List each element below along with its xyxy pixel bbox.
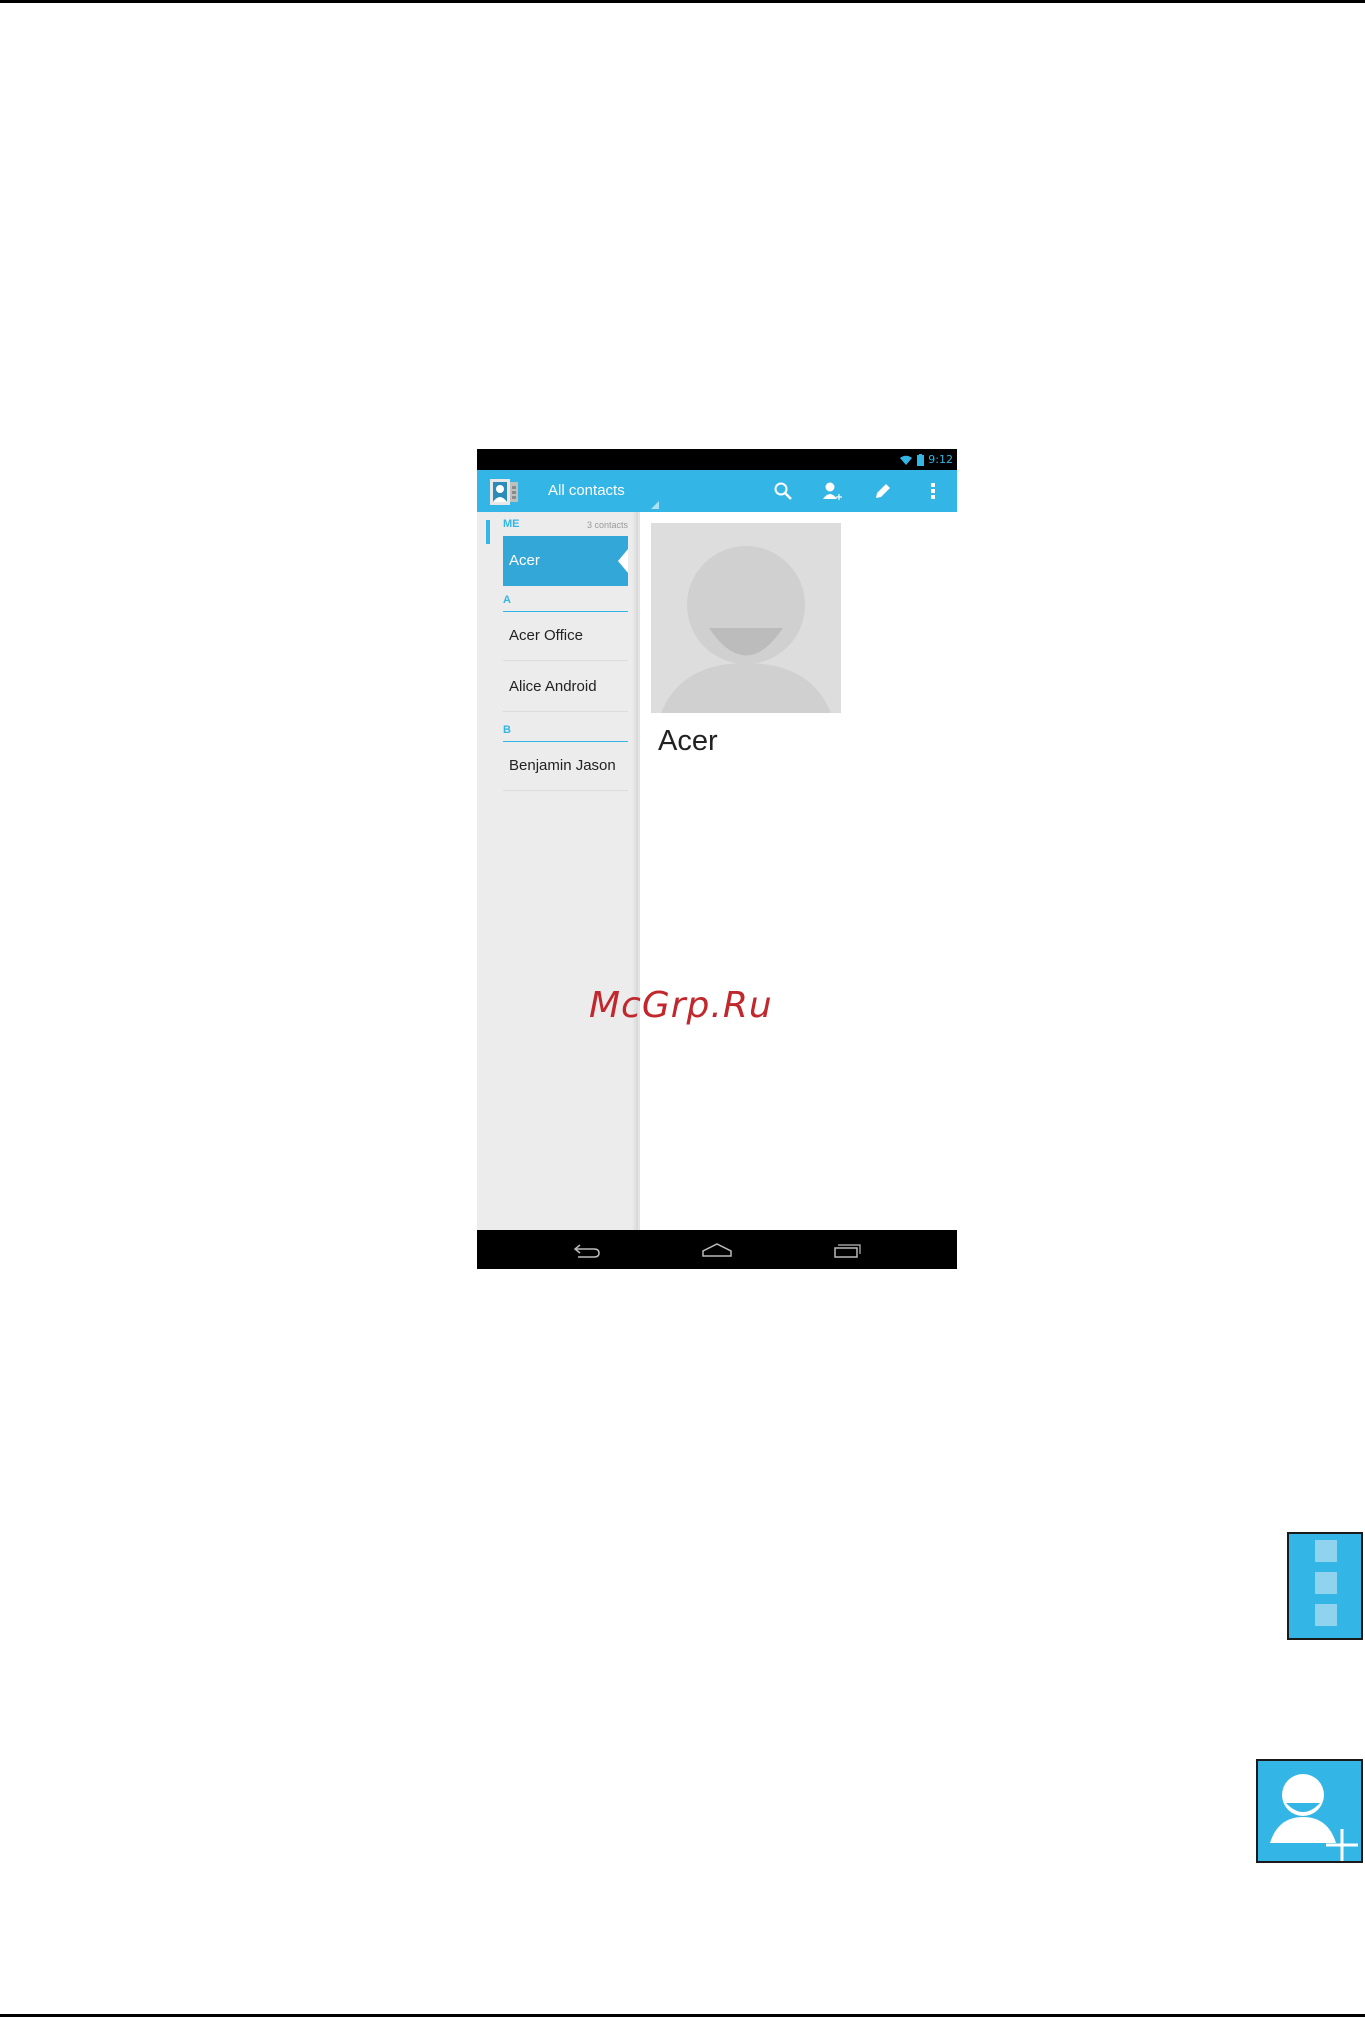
- default-avatar-icon: [661, 546, 831, 713]
- add-contact-icon: [823, 482, 842, 500]
- contact-row[interactable]: Benjamin Jason: [503, 741, 628, 791]
- section-letter: A: [503, 594, 511, 606]
- overflow-menu-button[interactable]: [916, 474, 950, 508]
- contact-name: Acer: [509, 552, 540, 569]
- navigation-bar: [477, 1230, 957, 1269]
- contact-detail: Acer: [638, 512, 957, 1230]
- home-button[interactable]: [697, 1236, 737, 1264]
- selection-indicator: [618, 549, 628, 573]
- overflow-menu-callout: [1287, 1532, 1363, 1640]
- edit-icon: [876, 484, 890, 498]
- recent-apps-button[interactable]: [827, 1236, 867, 1264]
- home-icon: [702, 1243, 732, 1257]
- contact-count: 3 contacts: [586, 520, 628, 530]
- contact-name: Acer Office: [509, 627, 583, 644]
- add-contact-callout: [1256, 1759, 1363, 1863]
- back-button[interactable]: [567, 1236, 607, 1264]
- fast-scroll-handle[interactable]: [486, 520, 490, 544]
- section-header-a: A: [503, 594, 628, 612]
- top-rule: [0, 0, 1365, 3]
- overflow-menu-icon: [931, 483, 935, 499]
- dropdown-indicator-icon: [651, 501, 659, 509]
- edit-button[interactable]: [866, 474, 900, 508]
- section-header-me: ME 3 contacts: [503, 518, 628, 536]
- watermark: McGrp.Ru: [589, 985, 773, 1026]
- add-contact-icon: [1270, 1774, 1358, 1861]
- contact-detail-name: Acer: [658, 725, 718, 757]
- contacts-app-icon[interactable]: [488, 476, 520, 508]
- pane-shadow: [632, 512, 640, 1230]
- contact-row-me[interactable]: Acer: [503, 536, 628, 586]
- battery-icon: [917, 453, 925, 466]
- contact-photo[interactable]: [651, 523, 841, 713]
- action-bar: All contacts: [477, 470, 957, 512]
- back-icon: [573, 1244, 600, 1258]
- section-letter: B: [503, 724, 511, 736]
- view-selector[interactable]: All contacts: [548, 482, 625, 499]
- wifi-icon: [900, 455, 913, 465]
- overflow-menu-icon: [1315, 1540, 1337, 1626]
- contact-list[interactable]: ME 3 contacts Acer A Acer Office Alice A…: [477, 512, 639, 1230]
- recent-apps-icon: [834, 1244, 861, 1258]
- search-button[interactable]: [766, 474, 800, 508]
- section-letter: ME: [503, 518, 520, 530]
- contact-name: Alice Android: [509, 678, 597, 695]
- contact-row[interactable]: Acer Office: [503, 611, 628, 661]
- add-contact-button[interactable]: [815, 474, 849, 508]
- status-bar: 9:12: [477, 449, 957, 470]
- status-time: 9:12: [928, 453, 953, 466]
- search-icon: [774, 482, 792, 500]
- contact-row[interactable]: Alice Android: [503, 662, 628, 712]
- bottom-rule: [0, 2014, 1365, 2017]
- contact-name: Benjamin Jason: [509, 757, 616, 774]
- tablet-screenshot: 9:12 All contacts ME 3 contacts Acer A A…: [477, 449, 957, 1269]
- section-header-b: B: [503, 724, 628, 742]
